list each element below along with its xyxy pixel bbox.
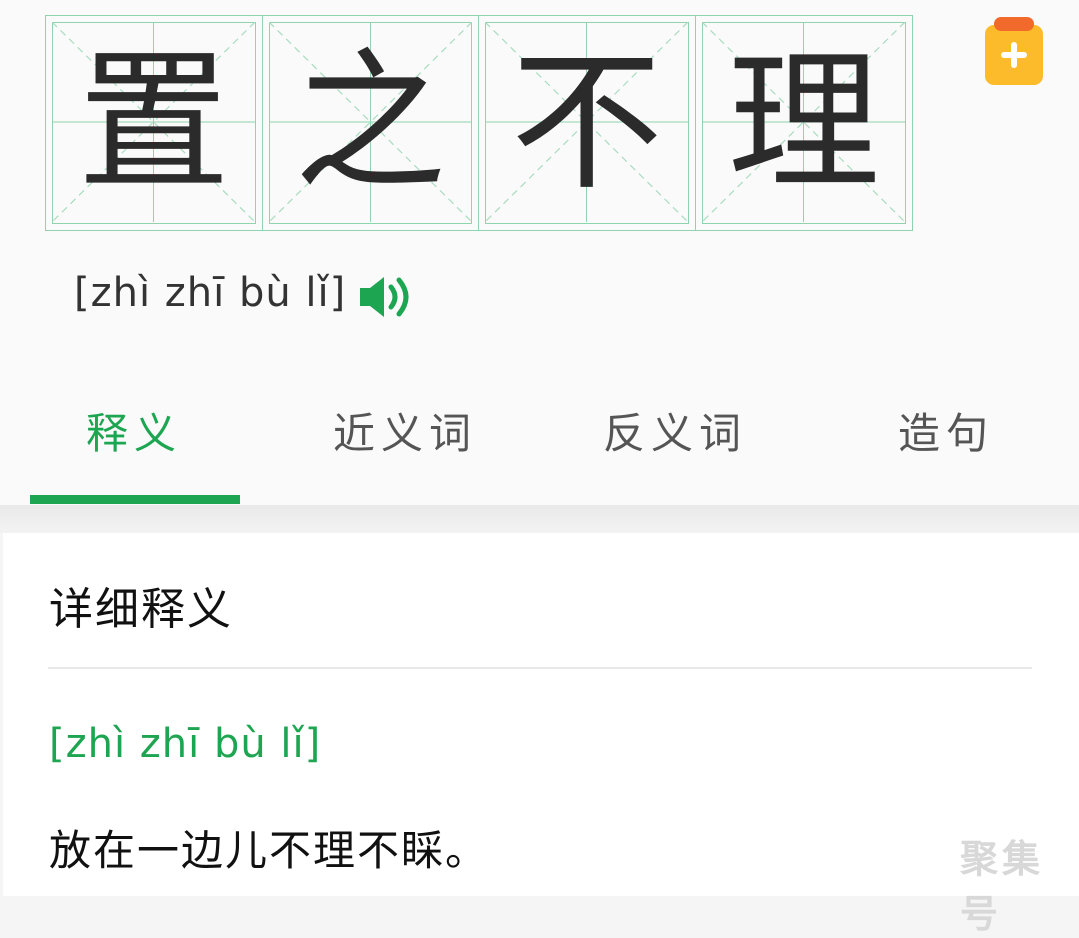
section-title: 详细释义: [49, 584, 233, 635]
character-cell[interactable]: 不: [479, 16, 696, 230]
character-cell[interactable]: 之: [263, 16, 479, 230]
tab-example-sentences[interactable]: 造句: [898, 400, 994, 461]
definition-card: 详细释义 [zhì zhī bù lǐ] 放在一边儿不理不睬。: [3, 533, 1079, 896]
character-cell[interactable]: 理: [696, 16, 913, 230]
tab-antonyms[interactable]: 反义词: [603, 400, 747, 461]
character-glyph: 之: [294, 34, 447, 211]
character-glyph: 置: [77, 34, 230, 211]
character-glyph: 理: [727, 34, 880, 211]
tab-bar: 释义 近义词 反义词 造句: [0, 380, 1079, 505]
divider: [48, 667, 1032, 669]
definition-text: 放在一边儿不理不睬。: [49, 826, 490, 875]
active-tab-indicator: [30, 495, 240, 504]
idiom-header: 置 之 不 理 [zhì zhī bù lǐ] 释义 近义词 反义词 造句: [0, 0, 1079, 505]
tab-synonyms[interactable]: 近义词: [333, 400, 477, 461]
character-glyph: 不: [510, 34, 663, 211]
character-grid: 置 之 不 理: [45, 15, 913, 231]
tab-definition[interactable]: 释义: [86, 400, 182, 461]
add-to-clipboard-icon[interactable]: [985, 17, 1043, 85]
section-divider: [0, 505, 1079, 533]
definition-pinyin: [zhì zhī bù lǐ]: [49, 721, 322, 767]
character-cell[interactable]: 置: [46, 16, 263, 230]
watermark: 聚集号: [960, 837, 1045, 936]
speaker-icon[interactable]: [358, 274, 416, 320]
idiom-pinyin: [zhì zhī bù lǐ]: [74, 270, 347, 316]
